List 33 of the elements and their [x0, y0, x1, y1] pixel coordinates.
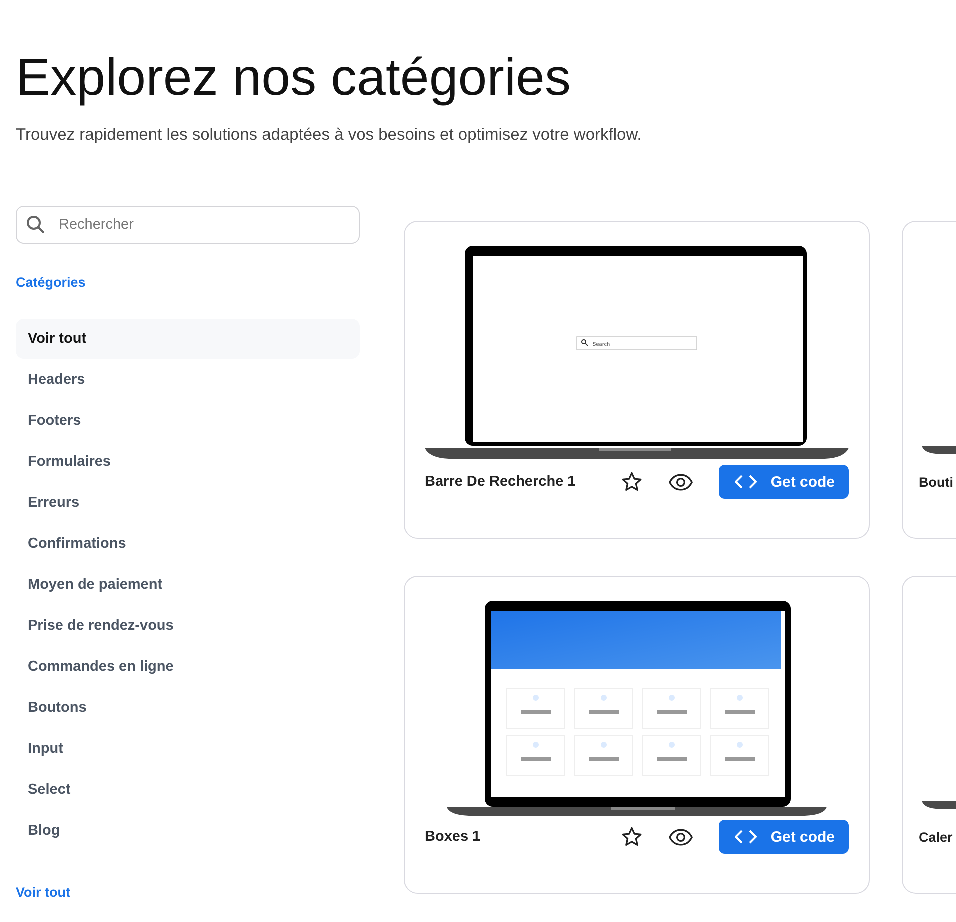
category-item[interactable]: Formulaires: [16, 442, 360, 482]
star-icon[interactable]: [620, 826, 643, 848]
see-all-link[interactable]: Voir tout: [16, 885, 70, 900]
card-title: Boxes 1: [425, 829, 481, 845]
eye-icon[interactable]: [668, 474, 693, 490]
code-icon: [734, 475, 757, 489]
categories-heading: Catégories: [16, 275, 86, 290]
category-item[interactable]: Headers: [16, 360, 360, 400]
category-item[interactable]: Boutons: [16, 688, 360, 728]
category-item[interactable]: Commandes en ligne: [16, 647, 360, 687]
category-item[interactable]: Input: [16, 729, 360, 769]
eye-icon[interactable]: [668, 828, 693, 846]
search-icon: [26, 215, 46, 235]
card-title: Caler: [919, 830, 953, 844]
page-subtitle: Trouvez rapidement les solutions adaptées à vos besoins et optimisez votre workflow.: [16, 126, 642, 145]
laptop-base-drawing: [922, 799, 956, 811]
category-item[interactable]: Confirmations: [16, 524, 360, 564]
category-item[interactable]: Blog: [16, 811, 360, 851]
laptop-base-drawing: [922, 444, 956, 456]
category-item[interactable]: Prise de rendez-vous: [16, 606, 360, 646]
category-item[interactable]: Moyen de paiement: [16, 565, 360, 605]
code-icon: [734, 830, 757, 844]
get-code-button[interactable]: Get code: [718, 465, 849, 499]
star-icon[interactable]: [620, 471, 643, 493]
card-title: Barre De Recherche 1: [425, 474, 576, 490]
category-item[interactable]: Footers: [16, 401, 360, 441]
category-item[interactable]: Voir tout: [16, 319, 360, 359]
card-title: Bouti: [919, 474, 954, 490]
category-item[interactable]: Select: [16, 770, 360, 810]
get-code-button[interactable]: Get code: [718, 820, 849, 854]
category-item[interactable]: Erreurs: [16, 483, 360, 523]
page-title: Explorez nos catégories: [15, 48, 571, 108]
search-field[interactable]: Rechercher: [16, 206, 360, 244]
